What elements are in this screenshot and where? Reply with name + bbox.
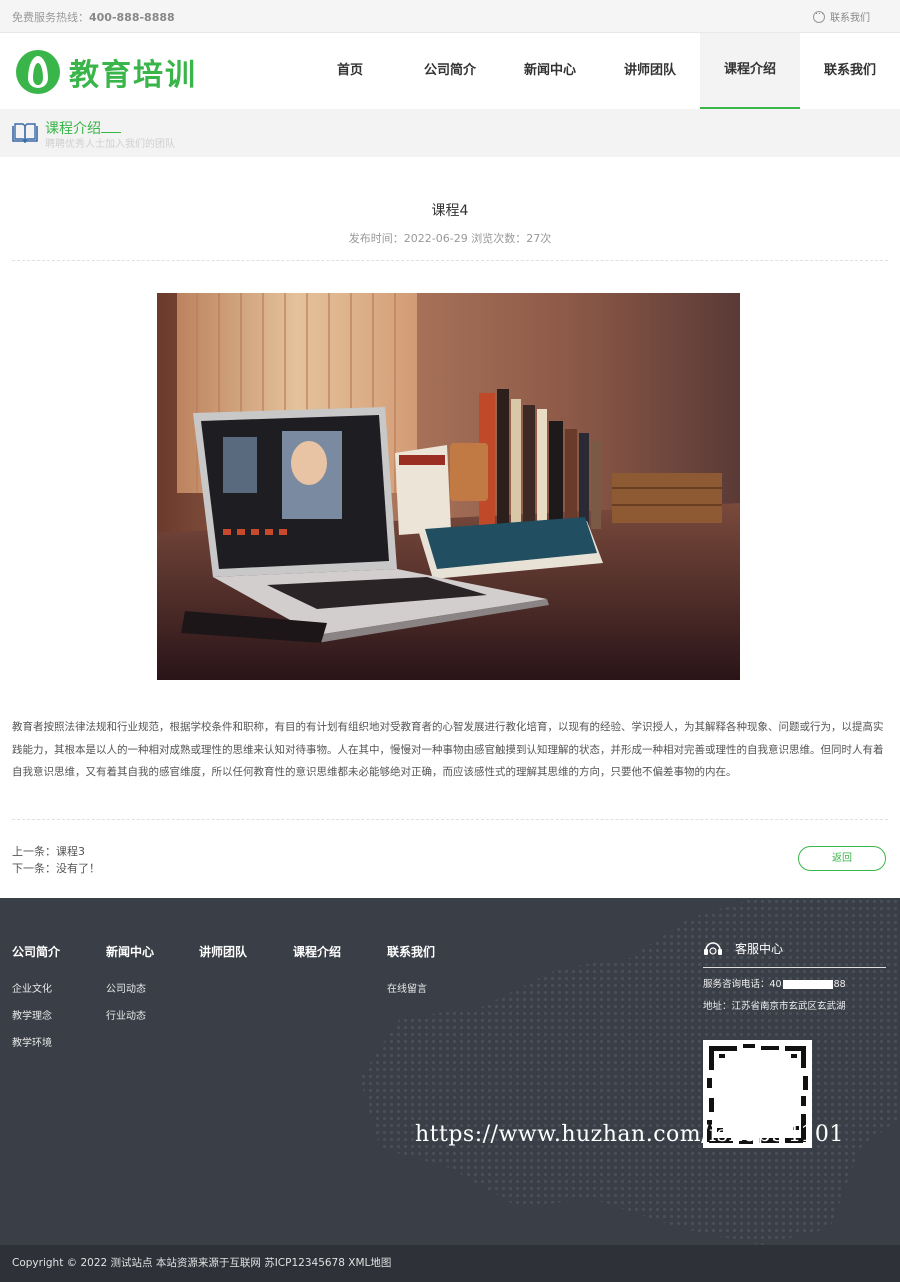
next-link[interactable]: 下一条：没有了！	[12, 860, 100, 877]
service-phone-suffix: 88	[833, 979, 846, 990]
footer-col-about: 公司简介 企业文化 教学理念 教学环境	[12, 943, 60, 1049]
copyright: Copyright © 2022 测试站点 本站资源来源于互联网 苏ICP123…	[0, 1245, 900, 1282]
headset-icon	[704, 941, 722, 955]
nav-about[interactable]: 公司简介	[400, 33, 500, 109]
footer-col-title[interactable]: 联系我们	[387, 943, 435, 960]
footer-link[interactable]: 行业动态	[106, 1007, 154, 1022]
prev-link[interactable]: 上一条：课程3	[12, 843, 100, 860]
logo-text: 教育培训	[69, 58, 197, 93]
top-bar: 免费服务热线：400-888-8888 联系我们	[0, 0, 900, 33]
logo[interactable]: 教育培训	[16, 50, 197, 94]
footer-col-courses: 课程介绍	[293, 943, 341, 960]
nav-news[interactable]: 新闻中心	[500, 33, 600, 109]
service-phone: 服务咨询电话：40 88	[703, 976, 886, 990]
article-meta: 发布时间：2022-06-29 浏览次数：27次	[348, 232, 552, 245]
divider	[0, 819, 900, 820]
prev-next: 上一条：课程3 下一条：没有了！	[12, 843, 100, 877]
nav-contact[interactable]: 联系我们	[800, 33, 900, 109]
service-center: 客服中心 服务咨询电话：40 88 地址：江苏省南京市玄武区玄武湖	[703, 938, 886, 1012]
footer-col-contact: 联系我们 在线留言	[387, 943, 435, 995]
footer-link[interactable]: 教学理念	[12, 1007, 60, 1022]
divider	[0, 260, 900, 261]
nav-courses[interactable]: 课程介绍	[700, 33, 800, 109]
header: 教育培训 首页 公司简介 新闻中心 讲师团队 课程介绍 联系我们	[0, 33, 900, 109]
watermark-url: https://www.huzhan.com/ishop34101	[415, 1122, 844, 1147]
footer-link[interactable]: 在线留言	[387, 980, 435, 995]
footer-col-title[interactable]: 课程介绍	[293, 943, 341, 960]
footer-col-title[interactable]: 讲师团队	[199, 943, 247, 960]
footer-col-title[interactable]: 公司简介	[12, 943, 60, 960]
book-icon	[12, 123, 38, 143]
section-subtitle: 聘聘优秀人士加入我们的团队	[45, 139, 175, 150]
service-phone-prefix: 服务咨询电话：40	[703, 979, 782, 990]
section-banner: 课程介绍 聘聘优秀人士加入我们的团队	[0, 109, 900, 157]
footer-col-news: 新闻中心 公司动态 行业动态	[106, 943, 154, 1022]
footer-link[interactable]: 企业文化	[12, 980, 60, 995]
footer-link[interactable]: 教学环境	[12, 1034, 60, 1049]
article-header: 课程4 发布时间：2022-06-29 浏览次数：27次	[0, 157, 900, 246]
service-title: 客服中心	[735, 942, 784, 956]
footer: 公司简介 企业文化 教学理念 教学环境 新闻中心 公司动态 行业动态 讲师团队 …	[0, 898, 900, 1245]
redaction-bar	[782, 980, 833, 989]
hotline: 免费服务热线：400-888-8888	[12, 9, 175, 25]
article-title: 课程4	[431, 203, 469, 219]
article-image	[157, 293, 740, 680]
logo-flame-icon	[16, 50, 60, 94]
nav-home[interactable]: 首页	[300, 33, 400, 109]
back-button[interactable]: 返回	[798, 846, 886, 871]
nav-teachers[interactable]: 讲师团队	[600, 33, 700, 109]
hotline-label: 免费服务热线：	[12, 11, 89, 24]
contact-link[interactable]: 联系我们	[813, 7, 870, 24]
footer-col-title[interactable]: 新闻中心	[106, 943, 154, 960]
hotline-number: 400-888-8888	[89, 11, 175, 24]
footer-link[interactable]: 公司动态	[106, 980, 154, 995]
contact-link-label: 联系我们	[830, 13, 870, 24]
service-header: 客服中心	[703, 938, 886, 968]
chat-icon	[813, 7, 825, 23]
article-body: 教育者按照法律法规和行业规范，根据学校条件和职称，有目的有计划有组织地对受教育者…	[12, 721, 884, 778]
footer-col-teachers: 讲师团队	[199, 943, 247, 960]
service-address: 地址：江苏省南京市玄武区玄武湖	[703, 1001, 846, 1012]
main-nav: 首页 公司简介 新闻中心 讲师团队 课程介绍 联系我们	[300, 33, 900, 109]
